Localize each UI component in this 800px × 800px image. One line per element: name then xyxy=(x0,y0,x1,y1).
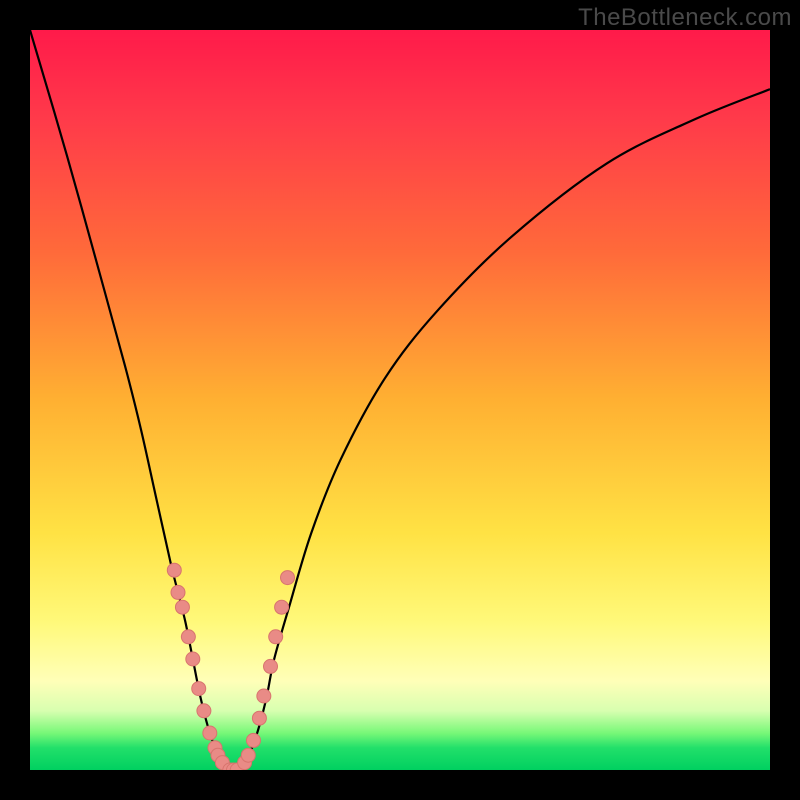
data-marker xyxy=(175,600,189,614)
data-marker xyxy=(167,563,181,577)
chart-frame: TheBottleneck.com xyxy=(0,0,800,800)
data-marker xyxy=(281,571,295,585)
data-marker xyxy=(269,630,283,644)
data-marker xyxy=(192,682,206,696)
marker-group xyxy=(167,563,294,770)
curve-svg xyxy=(30,30,770,770)
data-marker xyxy=(186,652,200,666)
watermark-text: TheBottleneck.com xyxy=(578,4,792,32)
data-marker xyxy=(264,659,278,673)
bottleneck-curve xyxy=(30,30,770,770)
plot-area xyxy=(30,30,770,770)
data-marker xyxy=(203,726,217,740)
data-marker xyxy=(171,585,185,599)
data-marker xyxy=(252,711,266,725)
data-marker xyxy=(257,689,271,703)
data-marker xyxy=(275,600,289,614)
data-marker xyxy=(197,704,211,718)
data-marker xyxy=(246,733,260,747)
data-marker xyxy=(241,748,255,762)
data-marker xyxy=(181,630,195,644)
